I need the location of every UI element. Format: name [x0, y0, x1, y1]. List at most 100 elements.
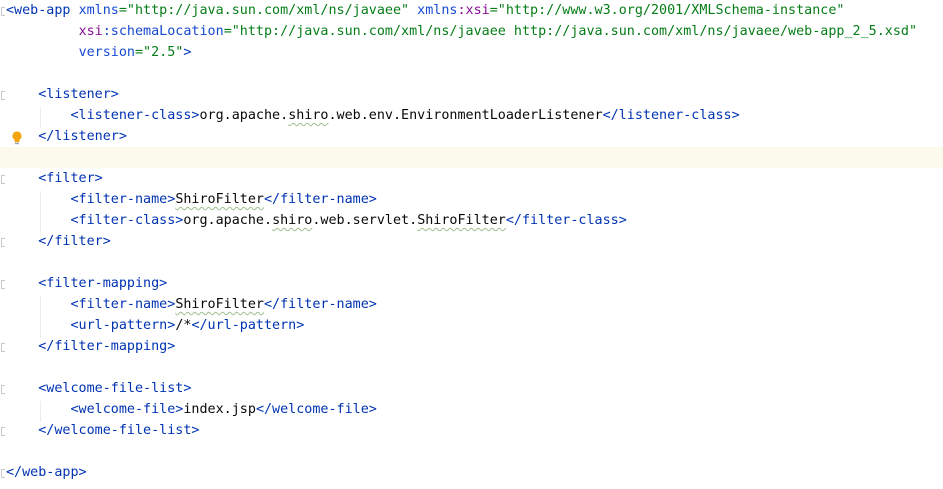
code-line[interactable]	[0, 147, 943, 168]
code-token-attr: :schemaLocation	[102, 24, 224, 39]
code-line[interactable]: <filter-mapping>	[0, 273, 943, 294]
code-token-tag: </filter-mapping>	[38, 339, 176, 354]
code-line[interactable]: <web-app xmlns="http://java.sun.com/xml/…	[0, 0, 943, 21]
code-token-tag: <listener>	[38, 87, 119, 102]
code-token-txt: .web.servlet.	[312, 213, 418, 228]
code-token-val: ="http://www.w3.org/2001/XMLSchema-insta…	[489, 3, 845, 18]
code-token-spell: ShiroFilter	[417, 213, 506, 228]
intention-bulb-icon[interactable]	[11, 131, 23, 145]
code-line[interactable]: <filter-name>ShiroFilter</filter-name>	[0, 294, 943, 315]
code-line-text: </welcome-file-list>	[6, 420, 200, 441]
code-token-spell: shiro	[288, 108, 329, 123]
code-token-val: ="2.5"	[135, 45, 184, 60]
code-token-tag: <welcome-file-list>	[38, 381, 192, 396]
code-line-text: <listener>	[6, 84, 119, 105]
code-token-txt: org.apache.	[183, 213, 273, 228]
code-token-tag: </filter-name>	[264, 192, 377, 207]
code-line-text: <filter-mapping>	[6, 273, 167, 294]
code-line[interactable]: <listener>	[0, 84, 943, 105]
code-line-text: <filter-name>ShiroFilter</filter-name>	[6, 189, 377, 210]
code-token-tag: </welcome-file>	[255, 402, 377, 417]
code-token-tag: </url-pattern>	[191, 318, 305, 333]
code-line-text: <filter-name>ShiroFilter</filter-name>	[6, 294, 377, 315]
code-token-tag: </listener-class>	[602, 108, 740, 123]
code-token-tag: >	[183, 45, 192, 60]
code-line[interactable]	[0, 63, 943, 84]
code-line[interactable]	[0, 441, 943, 462]
code-line[interactable]: </web-app>	[0, 462, 943, 483]
code-line-text: <listener-class>org.apache.shiro.web.env…	[6, 105, 740, 126]
code-token-val: ="http://java.sun.com/xml/ns/javaee http…	[223, 24, 918, 39]
code-editor[interactable]: <web-app xmlns ="http://java.sun.com/xml/…	[0, 0, 943, 489]
code-line-text: xsi:schemaLocation="http://java.sun.com/…	[6, 21, 917, 42]
code-line[interactable]: <url-pattern>/*</url-pattern>	[0, 315, 943, 336]
code-token-tag: </web-app>	[6, 465, 87, 480]
code-token-tag: <url-pattern>	[70, 318, 176, 333]
code-token-txt: .web.env.EnvironmentLoaderListener	[328, 108, 603, 123]
code-line[interactable]: <filter-name>ShiroFilter</filter-name>	[0, 189, 943, 210]
code-token-ns: :xsi	[457, 3, 490, 18]
code-token-txt: org.apache.	[199, 108, 289, 123]
code-line-text: <url-pattern>/*</url-pattern>	[6, 315, 305, 336]
code-line-text: </filter>	[6, 231, 111, 252]
code-token-tag: </listener>	[38, 129, 127, 144]
code-line-text: </web-app>	[6, 462, 87, 483]
code-line-text: <filter>	[6, 168, 103, 189]
code-line[interactable]: version="2.5">	[0, 42, 943, 63]
code-line-text: </listener>	[6, 126, 127, 147]
code-line[interactable]: </filter-mapping>	[0, 336, 943, 357]
code-token-spell: ShiroFilter	[175, 297, 264, 312]
code-token-ns: xsi	[78, 24, 103, 39]
code-token-tag: <web-app	[6, 3, 79, 18]
code-token-txt: /*	[175, 318, 192, 333]
code-token-tag: <filter-name>	[70, 192, 176, 207]
code-line[interactable]: </filter>	[0, 231, 943, 252]
code-token-tag: <filter>	[38, 171, 103, 186]
code-line[interactable]: </listener>	[0, 126, 943, 147]
code-line[interactable]: <welcome-file-list>	[0, 378, 943, 399]
code-line-text: </filter-mapping>	[6, 336, 175, 357]
code-line[interactable]: <welcome-file>index.jsp</welcome-file>	[0, 399, 943, 420]
code-line[interactable]	[0, 252, 943, 273]
code-token-tag: </filter-class>	[505, 213, 627, 228]
code-line-text: <filter-class>org.apache.shiro.web.servl…	[6, 210, 627, 231]
code-token-attr: xmlns	[78, 3, 119, 18]
code-line-text: <welcome-file-list>	[6, 378, 191, 399]
code-line-text: <welcome-file>index.jsp</welcome-file>	[6, 399, 377, 420]
code-token-tag: </welcome-file-list>	[38, 423, 200, 438]
code-line[interactable]: <filter>	[0, 168, 943, 189]
code-token-spell: ShiroFilter	[175, 192, 264, 207]
code-line[interactable]: <listener-class>org.apache.shiro.web.env…	[0, 105, 943, 126]
code-token-tag: <filter-class>	[70, 213, 184, 228]
code-token-txt: index.jsp	[183, 402, 256, 417]
code-line[interactable]: </welcome-file-list>	[0, 420, 943, 441]
code-token-spell: shiro	[272, 213, 313, 228]
code-line[interactable]: xsi:schemaLocation="http://java.sun.com/…	[0, 21, 943, 42]
code-line[interactable]: <filter-class>org.apache.shiro.web.servl…	[0, 210, 943, 231]
code-token-tag: </filter>	[38, 234, 111, 249]
code-token-tag: <filter-name>	[70, 297, 176, 312]
code-token-attr: xmlns	[417, 3, 458, 18]
code-token-tag: <filter-mapping>	[38, 276, 168, 291]
code-token-tag: <listener-class>	[70, 108, 200, 123]
code-line-text: version="2.5">	[6, 42, 192, 63]
code-token-tag: <welcome-file>	[70, 402, 184, 417]
code-line-text: <web-app xmlns="http://java.sun.com/xml/…	[6, 0, 844, 21]
code-token-tag: </filter-name>	[264, 297, 377, 312]
code-line[interactable]	[0, 357, 943, 378]
